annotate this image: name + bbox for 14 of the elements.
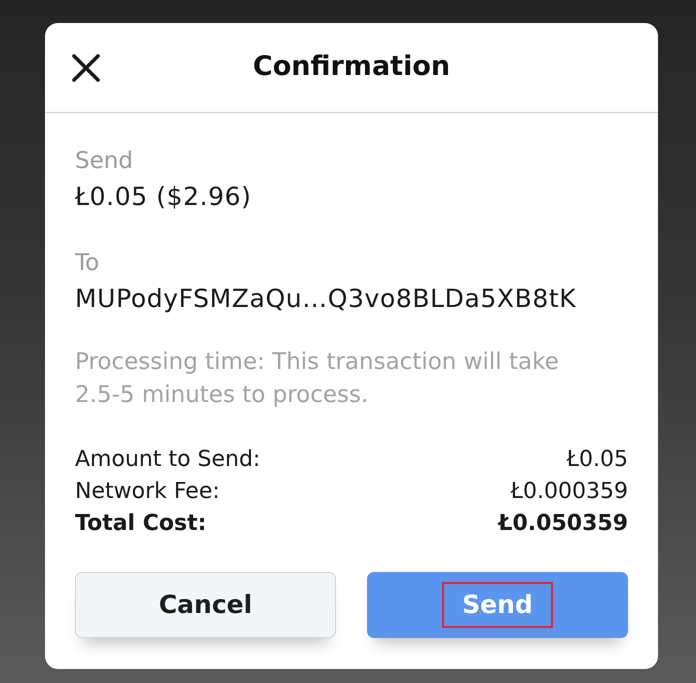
summary-value: Ł0.050359: [498, 510, 628, 538]
field-value: MUPodyFSMZaQu…Q3vo8BLDa5XB8tK: [75, 283, 576, 315]
summary-label: Total Cost:: [75, 510, 206, 538]
processing-notice: Processing time: This transaction will take 2.5-5 minutes to process.: [75, 348, 560, 410]
summary-label: Network Fee:: [75, 478, 220, 506]
dialog-title: Confirmation: [252, 51, 450, 84]
close-icon[interactable]: [71, 52, 101, 82]
summary-value: Ł0.05: [566, 446, 628, 474]
summary-label: Amount to Send:: [75, 446, 260, 474]
cancel-button[interactable]: Cancel: [75, 572, 336, 638]
field-label: To: [75, 249, 100, 278]
field-label: Send: [75, 147, 133, 176]
field-value: Ł0.05 ($2.96): [75, 181, 252, 213]
summary-value: Ł0.000359: [510, 478, 628, 506]
